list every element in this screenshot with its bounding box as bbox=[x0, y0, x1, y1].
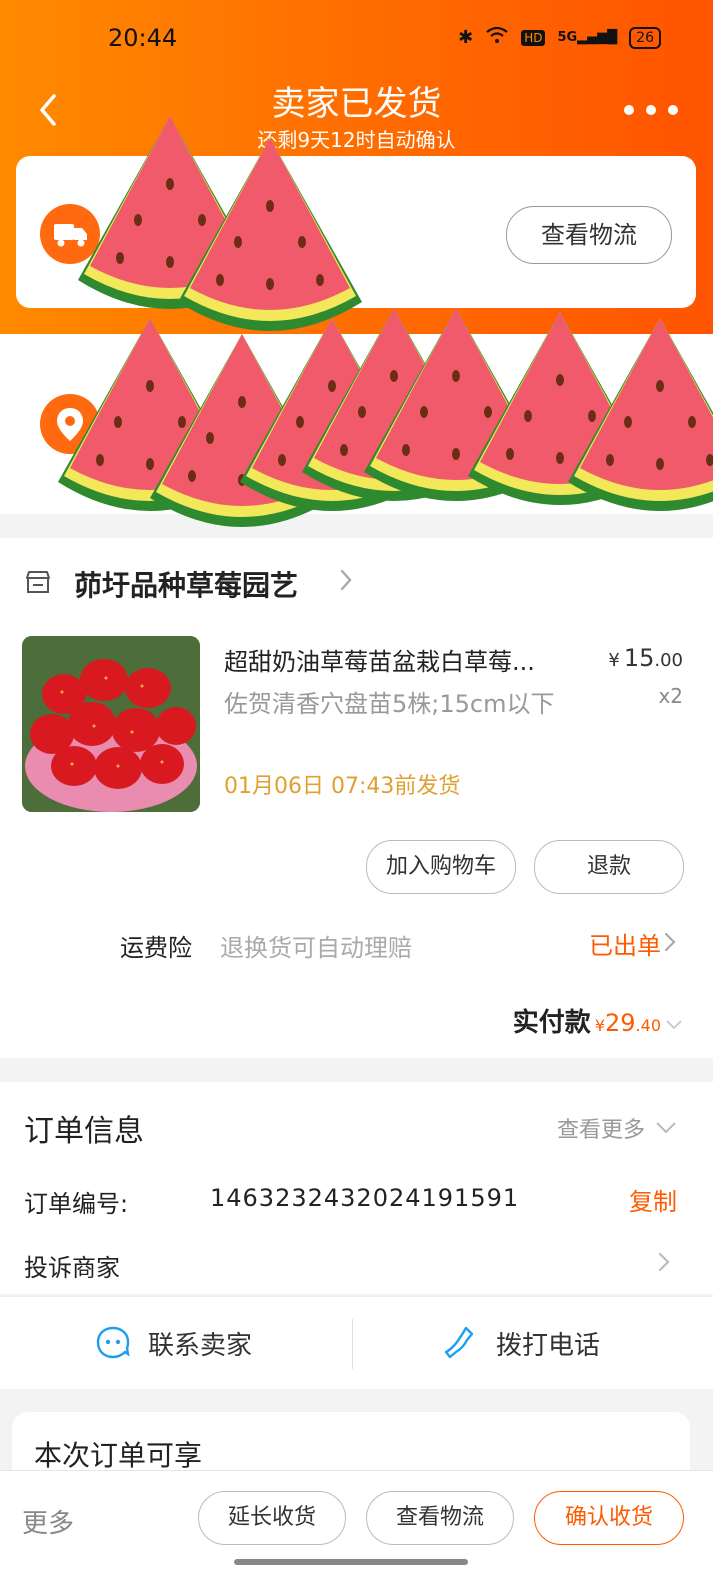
order-info-section: 订单信息 查看更多 订单编号: 1463232432024191591 复制 投… bbox=[0, 1082, 713, 1294]
product-title[interactable]: 超甜奶油草莓苗盆栽白草莓... bbox=[224, 642, 574, 677]
chat-bubble-icon bbox=[96, 1326, 130, 1359]
product-quantity: x2 bbox=[658, 684, 683, 708]
store-icon bbox=[26, 571, 50, 593]
extend-receipt-button[interactable]: 延长收货 bbox=[198, 1491, 346, 1545]
order-info-title: 订单信息 bbox=[24, 1114, 144, 1149]
chevron-right-icon[interactable] bbox=[338, 566, 354, 594]
signal-icon: 5G▂▄▆█ bbox=[557, 30, 618, 45]
order-number-value: 1463232432024191591 bbox=[210, 1184, 520, 1212]
paid-amount: ¥29.40 bbox=[595, 1009, 661, 1037]
contact-bar: 联系卖家 拨打电话 bbox=[0, 1296, 713, 1389]
divider bbox=[352, 1319, 353, 1369]
home-indicator[interactable] bbox=[234, 1559, 468, 1565]
call-phone-button[interactable]: 拨打电话 bbox=[444, 1319, 600, 1367]
battery-icon: 26 bbox=[629, 26, 661, 49]
chevron-down-icon bbox=[656, 1122, 676, 1134]
benefits-title: 本次订单可享 bbox=[34, 1439, 203, 1472]
phone-icon bbox=[444, 1326, 474, 1359]
call-phone-label: 拨打电话 bbox=[496, 1330, 601, 1361]
shop-name[interactable]: 茆圩品种草莓园艺 bbox=[74, 564, 298, 604]
currency-symbol: ¥ bbox=[608, 650, 620, 671]
chevron-down-icon[interactable] bbox=[665, 1019, 683, 1031]
wifi-icon bbox=[485, 26, 509, 49]
more-actions-button[interactable]: 更多 bbox=[22, 1503, 74, 1540]
refund-button[interactable]: 退款 bbox=[534, 840, 684, 894]
complain-seller-link[interactable]: 投诉商家 bbox=[24, 1248, 120, 1283]
chevron-right-icon[interactable] bbox=[657, 1250, 671, 1274]
logistics-card[interactable]: 查看物流 bbox=[16, 156, 696, 308]
auto-confirm-countdown: 还剩9天12时自动确认 bbox=[257, 128, 456, 152]
product-sku: 佐贺清香穴盘苗5株;15cm以下 bbox=[224, 690, 555, 718]
product-image[interactable] bbox=[22, 636, 200, 812]
shipping-insurance-label: 运费险 bbox=[120, 934, 192, 962]
add-to-cart-button[interactable]: 加入购物车 bbox=[366, 840, 516, 894]
more-options-icon[interactable] bbox=[619, 100, 683, 120]
battery-level: 26 bbox=[636, 29, 654, 46]
paid-amount-row[interactable]: 实付款 ¥29.40 bbox=[513, 1002, 683, 1039]
location-pin-icon bbox=[40, 394, 100, 454]
chevron-right-icon[interactable] bbox=[663, 930, 677, 954]
paid-label: 实付款 bbox=[512, 1008, 591, 1038]
shipping-insurance-status[interactable]: 已出单 bbox=[589, 926, 661, 961]
contact-seller-label: 联系卖家 bbox=[148, 1330, 253, 1361]
ship-deadline: 01月06日 07:43前发货 bbox=[224, 774, 461, 799]
contact-seller-button[interactable]: 联系卖家 bbox=[94, 1319, 252, 1367]
status-icons: ✱ HD 5G▂▄▆█ 26 bbox=[458, 26, 661, 49]
order-number-label: 订单编号: bbox=[24, 1190, 129, 1218]
address-card[interactable] bbox=[0, 334, 713, 514]
price-integer: 15 bbox=[623, 644, 655, 672]
order-status-header: 20:44 ✱ HD 5G▂▄▆█ 26 卖家已发货 还剩9天12时自动确认 查… bbox=[0, 0, 713, 340]
truck-icon bbox=[40, 204, 100, 264]
amount-integer: 29 bbox=[605, 1009, 636, 1037]
shipping-insurance-desc: 退换货可自动理赔 bbox=[220, 934, 412, 962]
view-logistics-bottom-button[interactable]: 查看物流 bbox=[366, 1491, 514, 1545]
network-type: 5G bbox=[557, 30, 578, 45]
confirm-receipt-button[interactable]: 确认收货 bbox=[534, 1491, 684, 1545]
bottom-action-bar: 更多 延长收货 查看物流 确认收货 bbox=[0, 1470, 713, 1594]
view-more-label: 查看更多 bbox=[556, 1118, 645, 1143]
product-price: ¥15.00 bbox=[608, 644, 683, 672]
currency-symbol: ¥ bbox=[594, 1016, 605, 1035]
view-more-button[interactable]: 查看更多 bbox=[557, 1112, 677, 1144]
price-cents: .00 bbox=[654, 650, 683, 671]
page-title: 卖家已发货 bbox=[271, 84, 442, 124]
amount-cents: .40 bbox=[635, 1016, 661, 1035]
status-time: 20:44 bbox=[108, 24, 178, 52]
bluetooth-icon: ✱ bbox=[458, 27, 474, 48]
status-bar: 20:44 ✱ HD 5G▂▄▆█ 26 bbox=[0, 0, 713, 80]
view-logistics-button[interactable]: 查看物流 bbox=[506, 206, 672, 264]
hd-badge: HD bbox=[521, 29, 546, 46]
copy-order-number-button[interactable]: 复制 bbox=[629, 1182, 677, 1217]
shop-card: 茆圩品种草莓园艺 超甜奶油草莓苗盆栽白草莓... ¥15.00 x2 佐贺清香穴… bbox=[0, 538, 713, 1058]
